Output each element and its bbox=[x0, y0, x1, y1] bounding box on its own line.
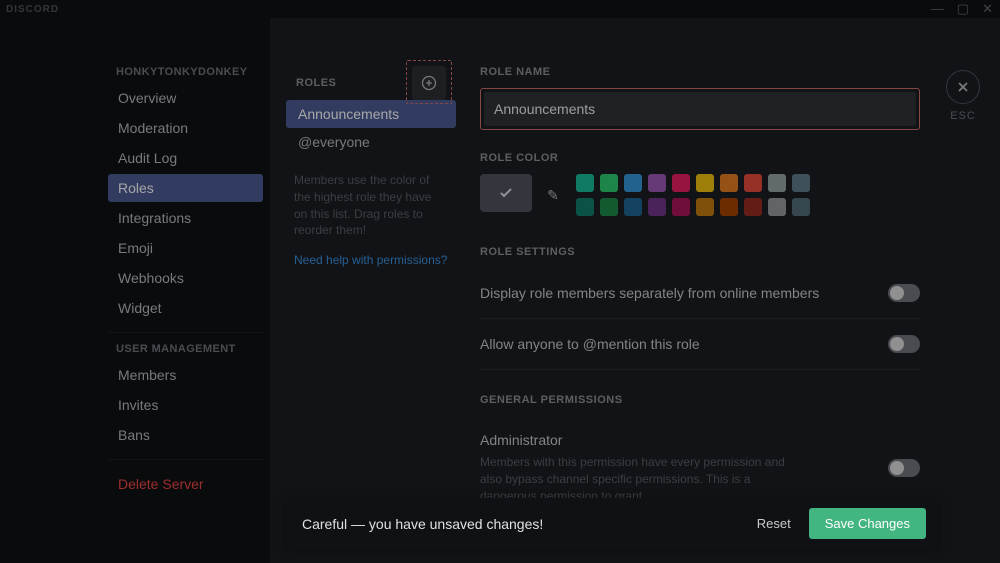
sidebar-item-emoji[interactable]: Emoji bbox=[108, 234, 263, 262]
color-swatch[interactable] bbox=[696, 198, 714, 216]
app-name: DISCORD bbox=[6, 4, 59, 15]
general-permissions-header: GENERAL PERMISSIONS bbox=[480, 394, 920, 406]
color-swatch[interactable] bbox=[672, 198, 690, 216]
unsaved-message: Careful — you have unsaved changes! bbox=[302, 516, 757, 532]
sidebar-item-integrations[interactable]: Integrations bbox=[108, 204, 263, 232]
perm-administrator-label: Administrator bbox=[480, 432, 888, 448]
sidebar-item-delete-server[interactable]: Delete Server bbox=[108, 470, 263, 498]
role-color-label: ROLE COLOR bbox=[480, 152, 920, 164]
eyedropper-icon[interactable]: ✎ bbox=[544, 187, 562, 204]
perm-administrator-desc: Members with this permission have every … bbox=[480, 454, 800, 504]
close-window-icon[interactable]: ✕ bbox=[982, 1, 994, 17]
add-role-button[interactable] bbox=[412, 66, 446, 100]
unsaved-changes-bar: Careful — you have unsaved changes! Rese… bbox=[286, 498, 938, 549]
roles-hint: Members use the color of the highest rol… bbox=[286, 156, 456, 239]
sidebar-section-user-management: USER MANAGEMENT bbox=[108, 343, 263, 361]
color-swatch[interactable] bbox=[600, 198, 618, 216]
role-settings-header: ROLE SETTINGS bbox=[480, 246, 920, 258]
color-swatch[interactable] bbox=[720, 198, 738, 216]
sidebar-item-moderation[interactable]: Moderation bbox=[108, 114, 263, 142]
color-swatch[interactable] bbox=[744, 198, 762, 216]
color-swatch[interactable] bbox=[696, 174, 714, 192]
role-name-label: ROLE NAME bbox=[480, 66, 920, 78]
color-swatch-grid bbox=[576, 174, 810, 216]
perm-administrator-toggle[interactable] bbox=[888, 459, 920, 477]
check-icon bbox=[497, 184, 515, 202]
sidebar-item-widget[interactable]: Widget bbox=[108, 294, 263, 322]
sidebar-item-members[interactable]: Members bbox=[108, 361, 263, 389]
color-swatch[interactable] bbox=[576, 198, 594, 216]
color-swatch[interactable] bbox=[648, 198, 666, 216]
color-swatch[interactable] bbox=[672, 174, 690, 192]
color-swatch[interactable] bbox=[600, 174, 618, 192]
color-swatch[interactable] bbox=[768, 174, 786, 192]
role-name-input[interactable] bbox=[483, 91, 917, 127]
sidebar: HONKYTONKYDONKEY Overview Moderation Aud… bbox=[0, 18, 270, 563]
sidebar-item-invites[interactable]: Invites bbox=[108, 391, 263, 419]
minimize-icon[interactable]: — bbox=[931, 1, 945, 17]
color-swatch[interactable] bbox=[768, 198, 786, 216]
sidebar-section-server: HONKYTONKYDONKEY bbox=[108, 66, 263, 84]
color-swatch[interactable] bbox=[624, 174, 642, 192]
setting-display-separate-toggle[interactable] bbox=[888, 284, 920, 302]
permissions-help-link[interactable]: Need help with permissions? bbox=[286, 239, 456, 281]
role-item-everyone[interactable]: @everyone bbox=[286, 128, 456, 156]
maximize-icon[interactable]: ▢ bbox=[957, 1, 970, 17]
sidebar-item-bans[interactable]: Bans bbox=[108, 421, 263, 449]
close-button[interactable] bbox=[946, 70, 980, 104]
default-color-swatch[interactable] bbox=[480, 174, 532, 212]
color-swatch[interactable] bbox=[720, 174, 738, 192]
color-swatch[interactable] bbox=[624, 198, 642, 216]
plus-circle-icon bbox=[421, 75, 437, 91]
roles-header: ROLES bbox=[296, 77, 412, 89]
setting-allow-mention-toggle[interactable] bbox=[888, 335, 920, 353]
reset-button[interactable]: Reset bbox=[757, 516, 791, 531]
color-swatch[interactable] bbox=[744, 174, 762, 192]
color-swatch[interactable] bbox=[648, 174, 666, 192]
separator bbox=[108, 332, 263, 333]
setting-allow-mention-label: Allow anyone to @mention this role bbox=[480, 336, 888, 352]
window-controls: — ▢ ✕ bbox=[931, 1, 994, 17]
sidebar-item-overview[interactable]: Overview bbox=[108, 84, 263, 112]
color-swatch[interactable] bbox=[792, 174, 810, 192]
separator bbox=[108, 459, 263, 460]
close-label: ESC bbox=[946, 110, 980, 122]
role-item-announcements[interactable]: Announcements bbox=[286, 100, 456, 128]
close-icon bbox=[956, 80, 970, 94]
color-swatch[interactable] bbox=[792, 198, 810, 216]
sidebar-item-webhooks[interactable]: Webhooks bbox=[108, 264, 263, 292]
setting-display-separate-label: Display role members separately from onl… bbox=[480, 285, 888, 301]
sidebar-item-roles[interactable]: Roles bbox=[108, 174, 263, 202]
sidebar-item-audit-log[interactable]: Audit Log bbox=[108, 144, 263, 172]
roles-list: ROLES Announcements @everyone Members us… bbox=[286, 66, 456, 520]
save-changes-button[interactable]: Save Changes bbox=[809, 508, 926, 539]
color-swatch[interactable] bbox=[576, 174, 594, 192]
